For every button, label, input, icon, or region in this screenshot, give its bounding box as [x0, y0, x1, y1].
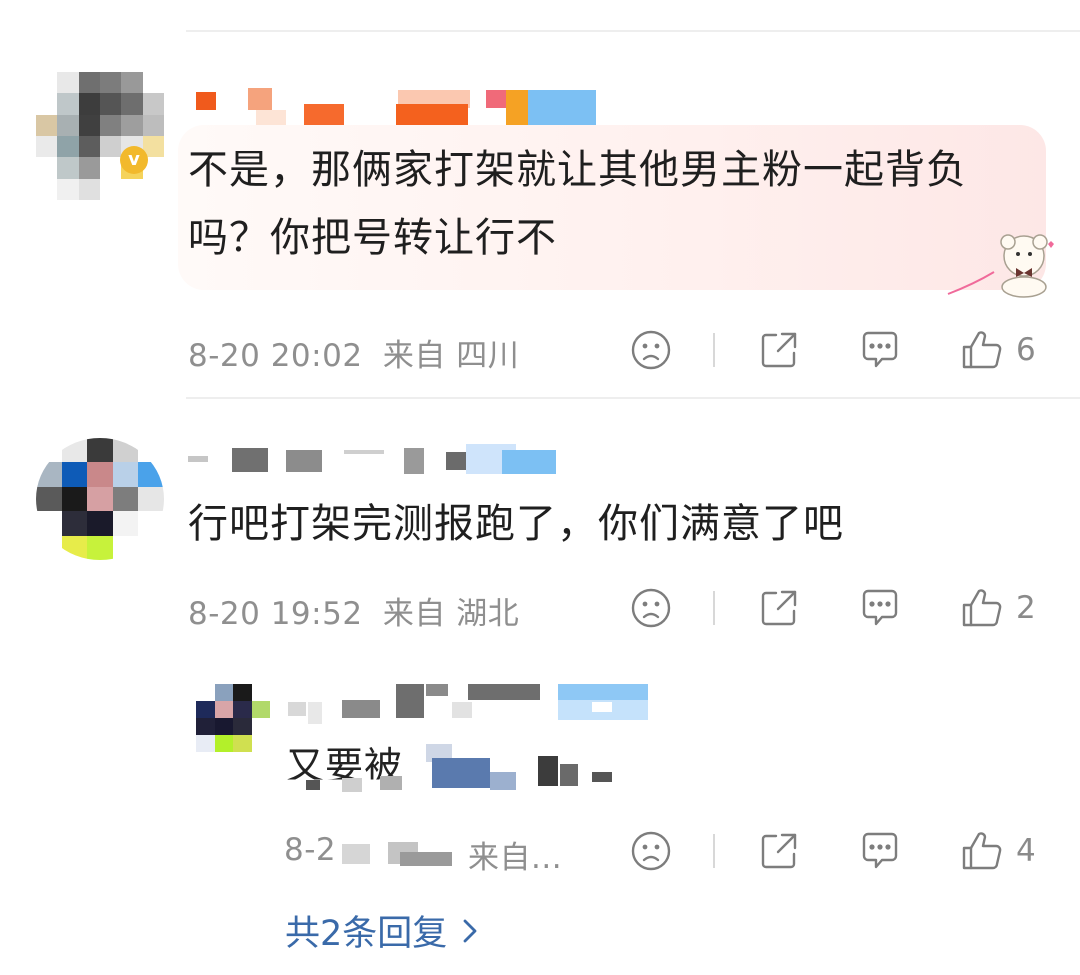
like-count: 2 [1016, 590, 1036, 626]
share-icon [761, 833, 797, 869]
divider [713, 333, 715, 367]
comment-meta: 8-20 19:52 来自 湖北 [188, 588, 519, 633]
like-button[interactable]: 2 [960, 583, 1036, 633]
like-count: 6 [1016, 332, 1036, 368]
share-icon [761, 332, 797, 368]
divider-top [186, 30, 1080, 32]
comment-time: 8-20 19:52 [188, 596, 363, 632]
thumbs-up-icon [962, 832, 1002, 870]
comment-bubble-icon [862, 832, 898, 869]
comment-text: 行吧打架完测报跑了，你们满意了吧 [188, 501, 844, 547]
more-replies-label: 共2条回复 [285, 914, 448, 954]
sad-face-icon [631, 330, 671, 370]
avatar[interactable] [196, 684, 270, 752]
share-button[interactable] [758, 826, 800, 876]
verified-badge-icon: v [120, 146, 148, 174]
avatar[interactable] [36, 438, 164, 560]
divider [186, 397, 1080, 399]
username[interactable] [196, 82, 596, 126]
chevron-right-icon [463, 919, 477, 942]
comment-bubble-icon [862, 331, 898, 368]
reply-text: 又要被 [286, 742, 646, 796]
comment-location: 来自 四川 [382, 338, 520, 374]
thumbs-up-icon [962, 331, 1002, 369]
reply-time: 8-2 [284, 832, 337, 868]
like-button[interactable]: 6 [960, 325, 1036, 375]
sad-face-icon [631, 588, 671, 628]
share-button[interactable] [758, 583, 800, 633]
comment-meta: 8-20 20:02 来自 四川 [188, 330, 519, 375]
username[interactable] [188, 442, 568, 476]
reply-button[interactable] [858, 583, 902, 633]
divider [713, 591, 715, 625]
more-replies-link[interactable]: 共2条回复 [285, 905, 479, 956]
divider [713, 834, 715, 868]
reply-meta: 8-2 来自... [284, 832, 584, 876]
comment-actions: 6 [626, 325, 1056, 375]
thumbs-up-icon [962, 589, 1002, 627]
comment-text: 不是，那俩家打架就让其他男主粉一起背负吗？你把号转让行不 [188, 147, 967, 261]
reply-button[interactable] [858, 826, 902, 876]
dislike-button[interactable] [630, 583, 672, 633]
share-button[interactable] [758, 325, 800, 375]
comment-bubble-icon [862, 589, 898, 626]
dislike-button[interactable] [630, 826, 672, 876]
like-button[interactable]: 4 [960, 826, 1036, 876]
sad-face-icon [631, 831, 671, 871]
comment-location: 来自 湖北 [382, 596, 520, 632]
reply-location: 来自... [468, 840, 563, 876]
comment-time: 8-20 20:02 [188, 338, 363, 374]
reply-actions: 4 [626, 826, 1056, 876]
avatar[interactable] [36, 72, 164, 200]
dislike-button[interactable] [630, 325, 672, 375]
reply-button[interactable] [858, 325, 902, 375]
username[interactable] [286, 684, 650, 724]
like-count: 4 [1016, 833, 1036, 869]
share-icon [761, 590, 797, 626]
comment-actions: 2 [626, 583, 1056, 633]
